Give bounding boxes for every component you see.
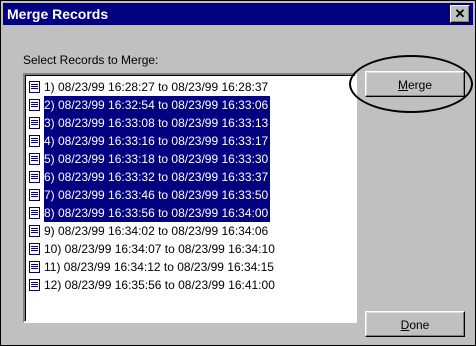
list-item[interactable]: 8) 08/23/99 16:33:56 to 08/23/99 16:34:0… xyxy=(29,204,353,222)
list-item-label: 2) 08/23/99 16:32:54 to 08/23/99 16:33:0… xyxy=(44,96,271,114)
record-icon xyxy=(29,171,40,183)
close-button[interactable]: ✕ xyxy=(450,5,470,23)
list-item[interactable]: 9) 08/23/99 16:34:02 to 08/23/99 16:34:0… xyxy=(29,222,353,240)
record-icon xyxy=(29,261,40,273)
records-list: 1) 08/23/99 16:28:27 to 08/23/99 16:28:3… xyxy=(29,78,353,294)
merge-label: erge xyxy=(407,78,433,92)
record-icon xyxy=(29,117,40,129)
list-item[interactable]: 6) 08/23/99 16:33:32 to 08/23/99 16:33:3… xyxy=(29,168,353,186)
record-icon xyxy=(29,81,40,93)
list-item[interactable]: 5) 08/23/99 16:33:18 to 08/23/99 16:33:3… xyxy=(29,150,353,168)
dialog-title: Merge Records xyxy=(7,6,109,22)
record-icon xyxy=(29,189,40,201)
record-icon xyxy=(29,99,40,111)
list-item[interactable]: 7) 08/23/99 16:33:46 to 08/23/99 16:33:5… xyxy=(29,186,353,204)
list-item-label: 10) 08/23/99 16:34:07 to 08/23/99 16:34:… xyxy=(44,242,275,256)
list-item[interactable]: 2) 08/23/99 16:32:54 to 08/23/99 16:33:0… xyxy=(29,96,353,114)
list-item-label: 9) 08/23/99 16:34:02 to 08/23/99 16:34:0… xyxy=(44,224,269,238)
list-item-label: 1) 08/23/99 16:28:27 to 08/23/99 16:28:3… xyxy=(44,80,269,94)
list-item-label: 8) 08/23/99 16:33:56 to 08/23/99 16:34:0… xyxy=(44,204,271,222)
record-icon xyxy=(29,243,40,255)
merge-button[interactable]: Merge xyxy=(365,71,465,97)
merge-mnemonic: M xyxy=(397,78,408,92)
merge-records-dialog: Merge Records ✕ Select Records to Merge:… xyxy=(0,0,476,346)
done-mnemonic: D xyxy=(400,318,410,332)
list-item-label: 11) 08/23/99 16:34:12 to 08/23/99 16:34:… xyxy=(44,260,274,274)
list-item-label: 6) 08/23/99 16:33:32 to 08/23/99 16:33:3… xyxy=(44,168,271,186)
close-icon: ✕ xyxy=(454,6,466,21)
record-icon xyxy=(29,279,40,291)
list-item-label: 4) 08/23/99 16:33:16 to 08/23/99 16:33:1… xyxy=(44,132,271,150)
list-item[interactable]: 1) 08/23/99 16:28:27 to 08/23/99 16:28:3… xyxy=(29,78,353,96)
list-item-label: 12) 08/23/99 16:35:56 to 08/23/99 16:41:… xyxy=(44,278,275,292)
record-icon xyxy=(29,153,40,165)
list-item[interactable]: 10) 08/23/99 16:34:07 to 08/23/99 16:34:… xyxy=(29,240,353,258)
select-records-label: Select Records to Merge: xyxy=(23,53,159,67)
list-item-label: 3) 08/23/99 16:33:08 to 08/23/99 16:33:1… xyxy=(44,114,271,132)
done-label: one xyxy=(409,318,430,332)
list-item-label: 5) 08/23/99 16:33:18 to 08/23/99 16:33:3… xyxy=(44,150,271,168)
list-item[interactable]: 4) 08/23/99 16:33:16 to 08/23/99 16:33:1… xyxy=(29,132,353,150)
record-icon xyxy=(29,135,40,147)
list-item[interactable]: 11) 08/23/99 16:34:12 to 08/23/99 16:34:… xyxy=(29,258,353,276)
list-item-label: 7) 08/23/99 16:33:46 to 08/23/99 16:33:5… xyxy=(44,186,271,204)
done-button[interactable]: Done xyxy=(365,311,465,337)
record-icon xyxy=(29,225,40,237)
title-bar[interactable]: Merge Records ✕ xyxy=(3,3,473,25)
list-item[interactable]: 12) 08/23/99 16:35:56 to 08/23/99 16:41:… xyxy=(29,276,353,294)
records-listbox[interactable]: 1) 08/23/99 16:28:27 to 08/23/99 16:28:3… xyxy=(23,73,357,323)
record-icon xyxy=(29,207,40,219)
list-item[interactable]: 3) 08/23/99 16:33:08 to 08/23/99 16:33:1… xyxy=(29,114,353,132)
